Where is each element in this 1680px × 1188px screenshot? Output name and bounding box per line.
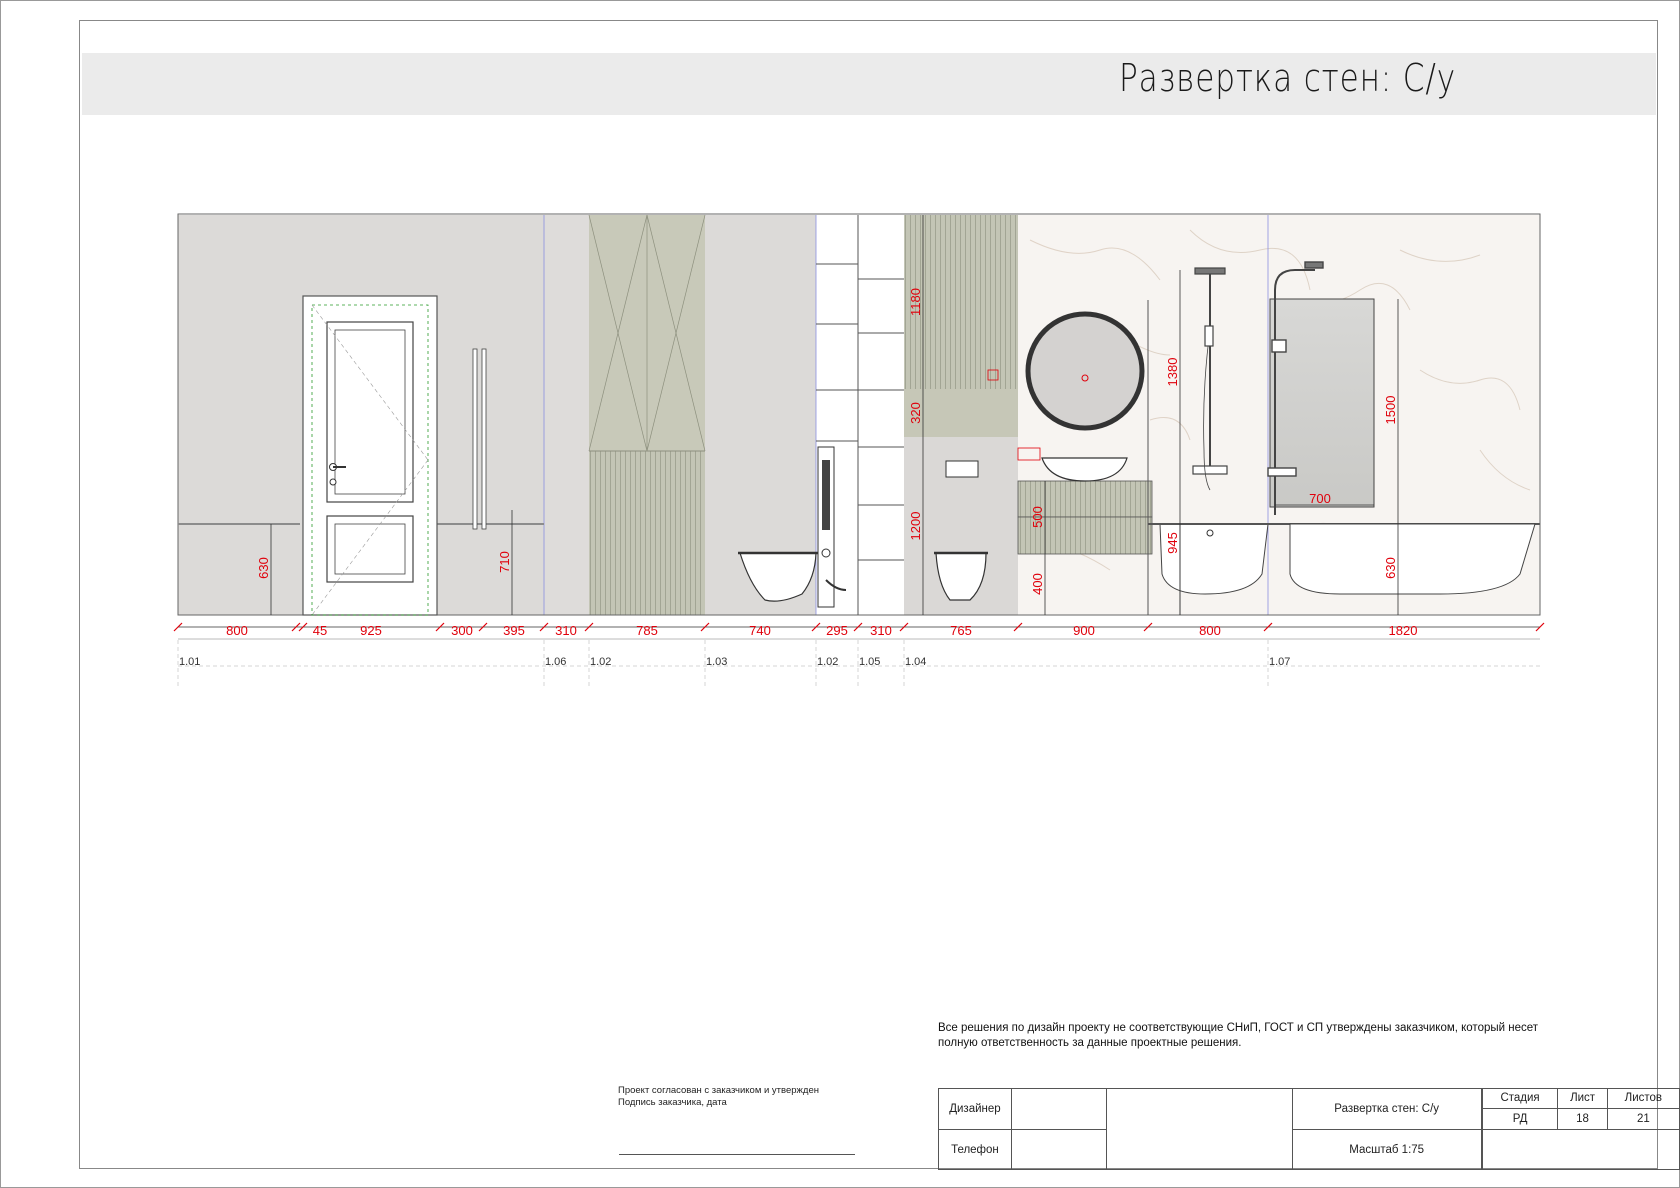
stage-grid: Стадия Лист Листов РД 18 21: [1481, 1088, 1680, 1130]
dim-v-5: 1380: [1165, 358, 1180, 387]
title-block: Дизайнер Развертка стен: С/у Стадия Лист…: [938, 1088, 1680, 1170]
designer-value: [1010, 1088, 1108, 1130]
stamp-empty: [1481, 1129, 1680, 1170]
dim-shower-width: 700: [1309, 491, 1331, 506]
code-2: 1.02: [590, 656, 611, 668]
code-4: 1.02: [817, 656, 838, 668]
dim-v-6: 500: [1030, 506, 1045, 528]
dim-h-5: 310: [555, 623, 577, 638]
code-7: 1.07: [1269, 656, 1290, 668]
dim-v-7: 400: [1030, 573, 1045, 595]
sheet-value: 18: [1557, 1108, 1608, 1129]
dim-v-2: 1180: [908, 288, 923, 316]
dim-h-12: 800: [1199, 623, 1221, 638]
concrete-wall-2: [544, 215, 589, 615]
approval-block: Проект согласован с заказчиком и утвержд…: [618, 1085, 819, 1109]
stage-label: Стадия: [1482, 1089, 1559, 1109]
code-3: 1.03: [706, 656, 727, 668]
dim-h-6: 785: [636, 623, 658, 638]
dim-h-7: 740: [749, 623, 771, 638]
sheets-value: 21: [1636, 1112, 1650, 1125]
phone-value: [1010, 1129, 1108, 1170]
dim-h-13: 1820: [1389, 623, 1418, 638]
dim-h-0: 800: [226, 623, 248, 638]
phone-label: Телефон: [938, 1129, 1012, 1170]
dim-h-9: 310: [870, 623, 892, 638]
dimension-chain: 800 45 925 300 395 310 785 740 295 310 7…: [173, 622, 1545, 638]
sheet-label: Лист: [1557, 1089, 1608, 1109]
door: [302, 295, 438, 616]
code-5: 1.05: [859, 656, 880, 668]
dim-h-8: 295: [826, 623, 848, 638]
designer-label: Дизайнер: [938, 1088, 1012, 1130]
disclaimer-note: Все решения по дизайн проекту не соответ…: [938, 1022, 1539, 1049]
dim-v-10: 630: [1383, 557, 1398, 579]
code-0: 1.01: [179, 656, 200, 668]
sage-cabinet-fluted: [589, 451, 705, 615]
dim-h-3: 300: [451, 623, 473, 638]
wall-elevation-drawing: 800 45 925 300 395 310 785 740 295 310 7…: [173, 213, 1545, 688]
round-mirror: [1025, 311, 1145, 431]
dim-v-9: 1500: [1383, 396, 1398, 425]
dim-h-2: 925: [360, 623, 382, 638]
bathtub: [1148, 523, 1540, 595]
scale: Масштаб 1:75: [1291, 1129, 1482, 1170]
dim-v-4: 1200: [908, 512, 923, 541]
signature-line: [619, 1154, 855, 1155]
dim-h-11: 900: [1073, 623, 1095, 638]
sheets-label: Листов: [1607, 1089, 1679, 1109]
approval-line-2: Подпись заказчика, дата: [618, 1097, 727, 1108]
dim-v-3: 320: [908, 402, 923, 424]
code-1: 1.06: [545, 656, 566, 668]
code-6: 1.04: [905, 656, 926, 668]
dim-h-10: 765: [950, 623, 972, 638]
stage-value: РД: [1482, 1108, 1559, 1129]
blank-cell: [1106, 1088, 1293, 1170]
section-codes: 1.01 1.06 1.02 1.03 1.02 1.05 1.04 1.07: [177, 638, 1540, 688]
dim-v-8: 945: [1165, 532, 1180, 554]
dim-h-4: 395: [503, 623, 525, 638]
sheet-title: Развертка стен: С/у: [1291, 1088, 1482, 1130]
dim-v-1: 710: [497, 551, 512, 573]
approval-line-1: Проект согласован с заказчиком и утвержд…: [618, 1085, 819, 1096]
dim-h-1: 45: [313, 623, 327, 638]
dim-v-0: 630: [256, 557, 271, 579]
